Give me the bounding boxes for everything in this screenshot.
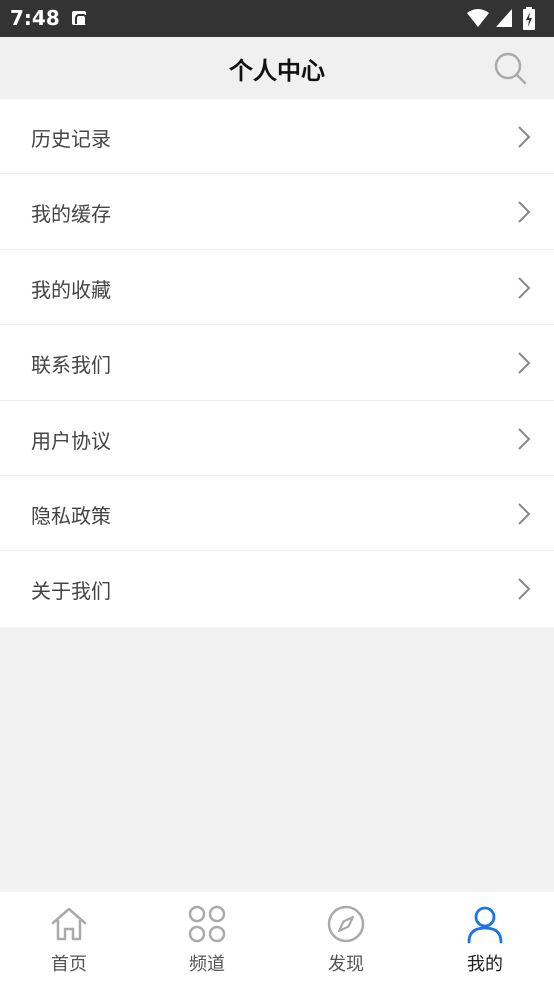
bottom-tab-bar: 首页 频道 发现 我的 xyxy=(0,892,554,985)
chevron-right-icon xyxy=(518,277,531,299)
tab-discover[interactable]: 发现 xyxy=(277,892,415,985)
menu-item-label: 用户协议 xyxy=(31,428,111,453)
menu-item-label: 我的缓存 xyxy=(31,202,111,227)
menu-item-about[interactable]: 关于我们 xyxy=(0,551,554,626)
tab-mine[interactable]: 我的 xyxy=(416,892,554,985)
user-icon xyxy=(467,906,503,944)
status-icons xyxy=(466,7,546,30)
tab-label: 首页 xyxy=(51,954,87,975)
status-time: 7:48 xyxy=(10,6,60,30)
search-icon[interactable] xyxy=(492,50,528,86)
menu-item-history[interactable]: 历史记录 xyxy=(0,99,554,175)
chevron-right-icon xyxy=(518,503,531,525)
page-title: 个人中心 xyxy=(229,57,325,85)
menu-item-label: 关于我们 xyxy=(31,579,111,604)
menu-item-label: 我的收藏 xyxy=(31,277,111,302)
chevron-right-icon xyxy=(518,352,531,374)
menu-item-label: 隐私政策 xyxy=(31,503,111,528)
tab-home[interactable]: 首页 xyxy=(0,892,138,985)
chevron-right-icon xyxy=(518,578,531,601)
chevron-right-icon xyxy=(518,427,531,450)
menu-item-favorites[interactable]: 我的收藏 xyxy=(0,250,554,326)
tab-label: 发现 xyxy=(328,954,364,975)
menu-item-user-agreement[interactable]: 用户协议 xyxy=(0,401,554,476)
status-bar: 7:48 xyxy=(0,0,554,37)
channels-icon xyxy=(188,905,226,943)
menu-item-contact[interactable]: 联系我们 xyxy=(0,325,554,401)
chevron-right-icon xyxy=(518,126,531,148)
tab-channels[interactable]: 频道 xyxy=(138,892,276,985)
notification-icon xyxy=(72,11,87,25)
tab-label: 频道 xyxy=(189,954,225,975)
menu-list: 历史记录 我的缓存 我的收藏 联系我们 用户协议 隐私政策 关于我们 xyxy=(0,99,554,627)
cell-signal-icon xyxy=(496,9,512,27)
menu-item-privacy[interactable]: 隐私政策 xyxy=(0,476,554,552)
wifi-icon xyxy=(467,9,489,27)
battery-icon xyxy=(523,7,535,30)
page-header: 个人中心 xyxy=(0,37,554,99)
chevron-right-icon xyxy=(518,201,531,224)
tab-label: 我的 xyxy=(467,954,503,975)
menu-item-label: 联系我们 xyxy=(31,353,111,378)
compass-icon xyxy=(327,905,365,943)
menu-item-cache[interactable]: 我的缓存 xyxy=(0,174,554,250)
menu-item-label: 历史记录 xyxy=(31,127,111,151)
home-icon xyxy=(51,907,87,941)
